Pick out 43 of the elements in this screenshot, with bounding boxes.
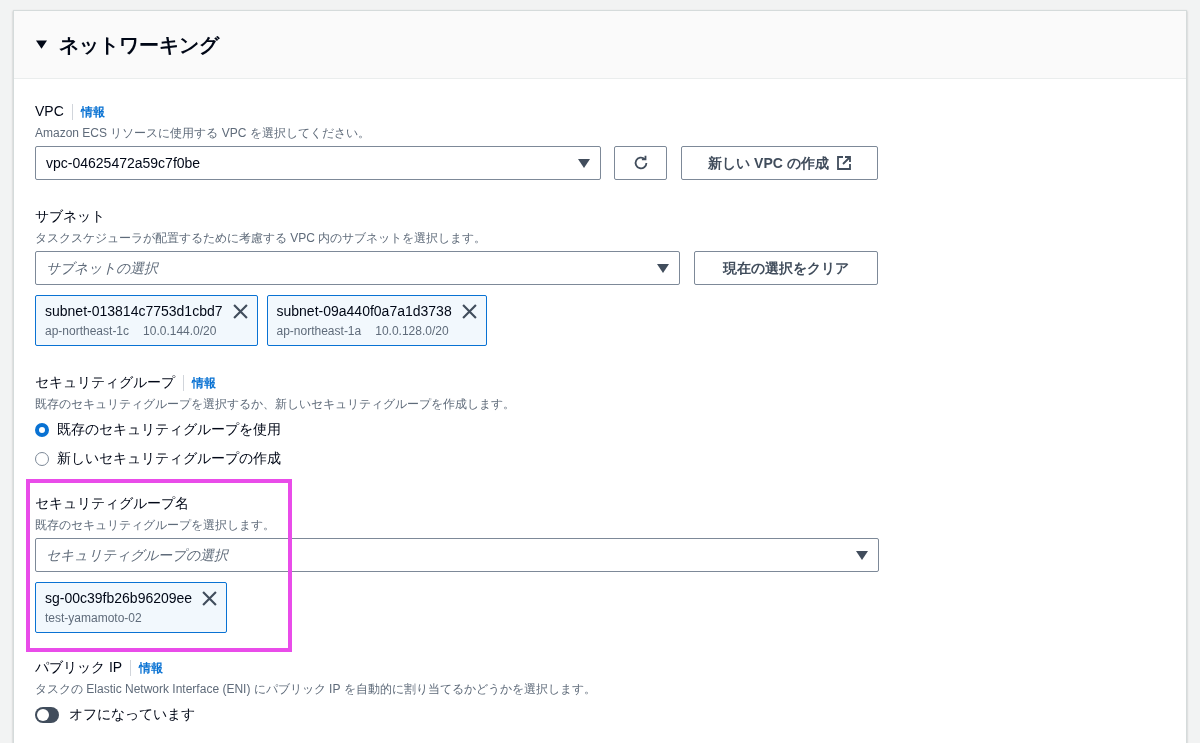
- token-cidr: 10.0.128.0/20: [375, 323, 449, 340]
- field-description: Amazon ECS リソースに使用する VPC を選択してください。: [35, 125, 371, 142]
- toggle-switch[interactable]: [35, 706, 59, 723]
- security-group-select[interactable]: セキュリティグループの選択: [35, 538, 879, 572]
- radio-label[interactable]: 新しいセキュリティグループの作成: [57, 448, 281, 469]
- field-label: VPC: [35, 102, 64, 121]
- vpc-select[interactable]: vpc-04625472a59c7f0be: [35, 146, 601, 180]
- field-description: 既存のセキュリティグループを選択するか、新しいセキュリティグループを作成します。: [35, 396, 516, 413]
- clear-selection-button[interactable]: 現在の選択をクリア: [694, 251, 878, 285]
- caret-down-icon: [657, 263, 669, 273]
- external-link-icon: [836, 156, 851, 170]
- create-vpc-button[interactable]: 新しい VPC の作成: [681, 146, 878, 180]
- field-label: セキュリティグループ名: [35, 494, 189, 513]
- radio-button[interactable]: [35, 451, 49, 466]
- token-name: subnet-013814c7753d1cbd7: [45, 302, 223, 321]
- radio-label[interactable]: 既存のセキュリティグループを使用: [57, 419, 281, 440]
- info-link[interactable]: 情報: [192, 373, 216, 392]
- field-label: セキュリティグループ: [35, 373, 175, 392]
- info-link[interactable]: 情報: [139, 658, 164, 677]
- field-description: 既存のセキュリティグループを選択します。: [35, 517, 276, 534]
- field-description: タスクの Elastic Network Interface (ENI) にパブリック IP を自動的に割り当てるかどうかを選択します。: [35, 681, 597, 698]
- token-detail: test-yamamoto-02: [45, 610, 143, 627]
- close-icon[interactable]: [202, 591, 218, 606]
- field-description: タスクスケジューラが配置するために考慮する VPC 内のサブネットを選択します。: [35, 230, 488, 247]
- caret-down-icon: [856, 550, 868, 560]
- panel-header[interactable]: ネットワーキング: [14, 11, 1186, 79]
- section-title: ネットワーキング: [59, 32, 219, 58]
- token-cidr: 10.0.144.0/20: [143, 323, 217, 340]
- field-label: サブネット: [35, 207, 105, 226]
- token-zone: ap-northeast-1a: [276, 323, 362, 340]
- token-zone: ap-northeast-1c: [45, 323, 130, 340]
- caret-down-icon: [578, 158, 590, 168]
- close-icon[interactable]: [461, 304, 477, 319]
- info-link[interactable]: 情報: [80, 102, 105, 121]
- token-name: sg-00c39fb26b96209ee: [45, 589, 193, 608]
- subnet-select[interactable]: サブネットの選択: [35, 251, 680, 285]
- toggle-label: オフになっています: [69, 705, 195, 724]
- refresh-button[interactable]: [614, 146, 667, 180]
- close-icon[interactable]: [232, 304, 248, 319]
- token-name: subnet-09a440f0a7a1d3738: [276, 302, 452, 321]
- radio-button[interactable]: [35, 422, 49, 437]
- field-label: パブリック IP: [35, 658, 123, 677]
- caret-down-icon[interactable]: [36, 40, 47, 49]
